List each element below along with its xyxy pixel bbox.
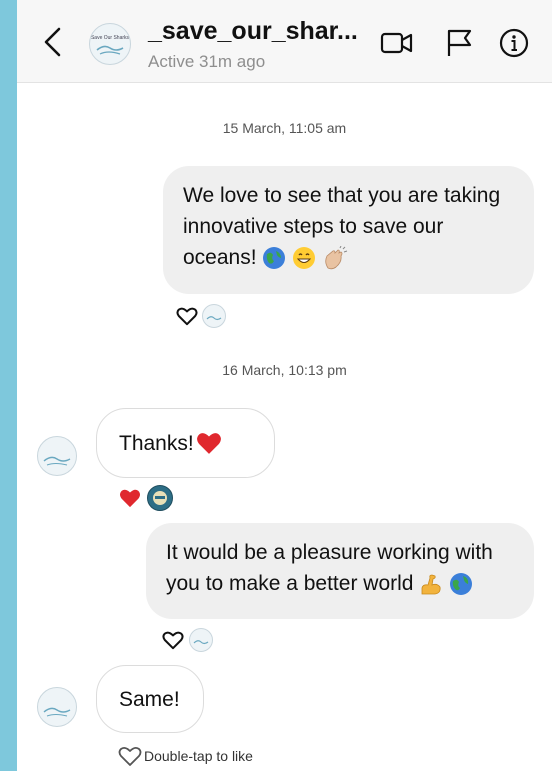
reaction-avatar [202, 304, 226, 328]
globe-emoji-icon [263, 247, 286, 270]
received-message[interactable]: Same! [96, 665, 204, 733]
report-button[interactable] [444, 28, 474, 58]
timestamp: 16 March, 10:13 pm [222, 362, 347, 378]
sender-avatar[interactable] [37, 436, 77, 476]
svg-text:Save Our Sharks: Save Our Sharks [91, 35, 130, 41]
back-button[interactable] [39, 26, 65, 58]
video-call-button[interactable] [380, 28, 413, 58]
info-button[interactable] [499, 28, 529, 58]
chat-header: Save Our Sharks _save_our_shar... Active… [17, 0, 552, 83]
reaction-avatar [147, 485, 173, 511]
info-icon [499, 28, 529, 58]
like-heart-outline-icon[interactable] [118, 745, 142, 767]
chat-panel: Save Our Sharks _save_our_shar... Active… [17, 0, 552, 771]
timestamp: 15 March, 11:05 am [222, 120, 347, 136]
sender-avatar[interactable] [37, 687, 77, 727]
active-status: Active 31m ago [148, 52, 266, 71]
sent-message[interactable]: We love to see that you are taking innov… [163, 166, 534, 294]
globe-emoji-icon [450, 573, 473, 596]
reaction-avatar [189, 628, 213, 652]
video-call-icon [380, 32, 413, 54]
like-heart-outline-icon[interactable] [176, 306, 198, 326]
like-heart-outline-icon[interactable] [162, 630, 184, 650]
clapping-hands-emoji-icon [325, 246, 348, 270]
contact-name[interactable]: _save_our_shar... [148, 17, 358, 46]
grinning-face-emoji-icon [293, 247, 316, 270]
chevron-left-icon [44, 27, 61, 57]
flag-icon [447, 29, 472, 56]
flexed-biceps-emoji-icon [421, 575, 441, 595]
received-message[interactable]: Thanks! [96, 408, 275, 478]
red-heart-reaction-icon [120, 489, 140, 508]
red-heart-emoji-icon [196, 433, 221, 454]
double-tap-hint: Double-tap to like [144, 748, 253, 764]
header-avatar[interactable]: Save Our Sharks [89, 23, 131, 65]
sent-message[interactable]: It would be a pleasure working with you … [146, 523, 534, 619]
